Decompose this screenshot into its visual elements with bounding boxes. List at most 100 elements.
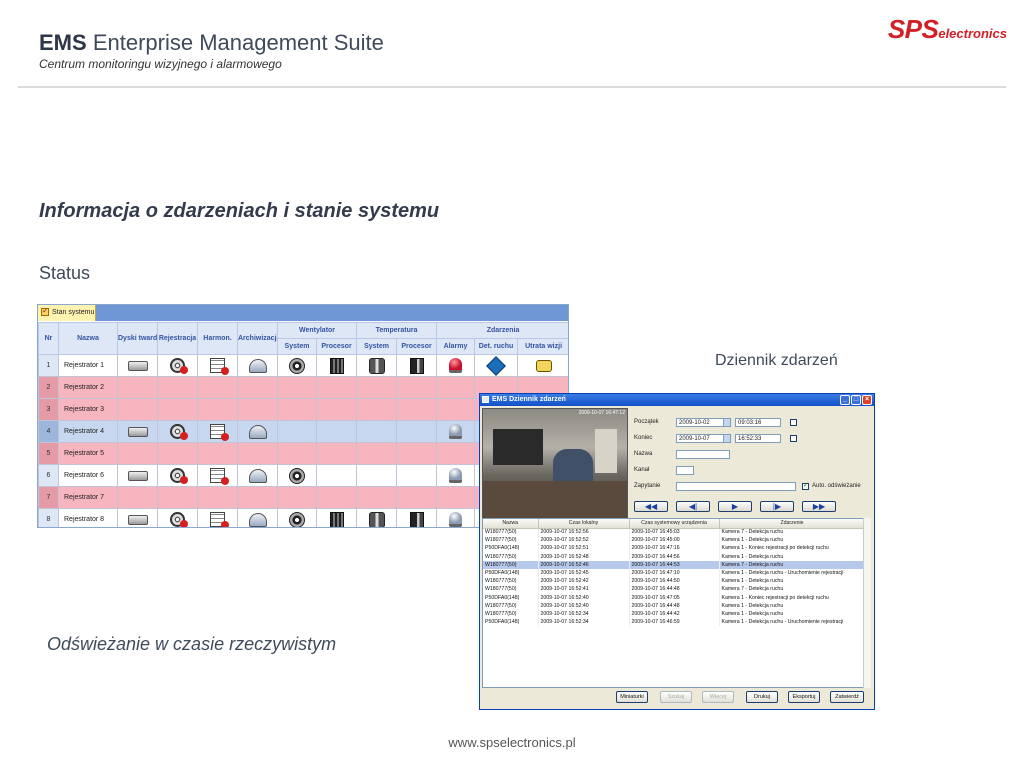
event-row[interactable]: W180777(50) 2009-10-07 16:52:40 2009-10-07…	[483, 601, 863, 610]
cpu-fan-icon	[329, 511, 344, 527]
start-time-field[interactable]: 09:03:16	[735, 418, 781, 427]
event-local-time-cell: 2009-10-07 16:52:46	[538, 560, 630, 569]
col-temp-cpu[interactable]: Procesor	[396, 338, 438, 355]
channel-label: Kanał	[634, 467, 650, 473]
end-enable-checkbox[interactable]	[790, 435, 797, 442]
table-row[interactable]: 1 Rejestrator 1	[38, 354, 568, 377]
tab-check-icon	[41, 306, 49, 316]
event-row[interactable]: W180777(50) 2009-10-07 16:52:42 2009-10-07…	[483, 577, 863, 586]
event-row[interactable]: W180777(50) 2009-10-07 16:52:48 2009-10-07…	[483, 552, 863, 561]
event-local-time-cell: 2009-10-07 16:52:51	[538, 544, 630, 553]
minimize-button[interactable]: _	[840, 395, 850, 405]
archive-icon	[248, 358, 267, 373]
col-alarms[interactable]: Alarmy	[436, 338, 476, 355]
event-row[interactable]: P50DFA0(148) 2009-10-07 16:52:40 2009-10-0…	[483, 593, 863, 602]
event-row[interactable]: P50DFA0(148) 2009-10-07 16:52:34 2009-10-0…	[483, 618, 863, 627]
col-temp-system[interactable]: System	[356, 338, 398, 355]
event-row[interactable]: W180777(50) 2009-10-07 16:52:41 2009-10-07…	[483, 585, 863, 594]
col-disks[interactable]: Dyski twarde	[117, 322, 158, 355]
maximize-button[interactable]: □	[851, 395, 861, 405]
event-row[interactable]: P50DFA0(148) 2009-10-07 16:52:45 2009-10-0…	[483, 568, 863, 578]
rewind-fast-button[interactable]: ◀◀	[634, 501, 668, 512]
col-recording[interactable]: Rejestracja	[157, 322, 198, 355]
col-event[interactable]: Zdarzenie	[719, 519, 863, 529]
event-description-cell: Kamera 1 - Detekcja ruchu	[719, 601, 863, 610]
logo-sps: SPS	[887, 14, 939, 44]
event-row[interactable]: P50DFA0(148) 2009-10-07 16:52:51 2009-10-0…	[483, 544, 863, 553]
schedule-icon	[210, 468, 229, 485]
row-name: Rejestrator 1	[58, 354, 118, 377]
row-nr: 1	[38, 354, 59, 377]
col-fan-cpu[interactable]: Procesor	[315, 338, 358, 355]
schedule-icon	[210, 424, 229, 441]
camera-preview[interactable]: 2009-10-07 16:47:12	[482, 408, 628, 520]
print-button[interactable]: Drukuj	[746, 691, 778, 703]
auto-refresh-checkbox[interactable]: ✓	[802, 482, 809, 490]
export-button[interactable]: Eksportuj	[788, 691, 820, 703]
col-archiving[interactable]: Archiwizacja	[237, 322, 278, 355]
sps-logo: SPSelectronics	[888, 14, 1007, 45]
play-button[interactable]: ▶	[718, 501, 752, 512]
confirm-button[interactable]: Zatwierdź	[830, 691, 864, 703]
col-signal-loss[interactable]: Utrata wizji	[517, 338, 568, 355]
event-row[interactable]: W180777(50) 2009-10-07 16:52:46 2009-10-07…	[483, 560, 863, 569]
name-field[interactable]	[676, 450, 730, 459]
window-title: EMS Dziennik zdarzeń	[492, 396, 566, 403]
close-button[interactable]: ×	[862, 395, 872, 405]
cpu-temperature-icon	[409, 511, 424, 527]
row-nr: 4	[38, 420, 59, 443]
video-loss-icon	[535, 359, 552, 372]
col-device-time[interactable]: Czas systemowy urządzenia	[629, 519, 720, 529]
row-nr: 3	[38, 398, 59, 421]
col-nr[interactable]: Nr	[38, 322, 59, 355]
start-date-dropdown[interactable]	[723, 418, 731, 427]
event-device-time-cell: 2009-10-07 16:47:10	[629, 568, 720, 578]
end-time-field[interactable]: 16:52:33	[735, 434, 781, 443]
event-row[interactable]: W180777(50) 2009-10-07 16:52:52 2009-10-07…	[483, 536, 863, 545]
step-back-button[interactable]: ◀|	[676, 501, 710, 512]
event-description-cell: Kamera 1 - Detekcja ruchu	[719, 609, 863, 619]
col-fan-system[interactable]: System	[277, 338, 317, 355]
end-date-field[interactable]: 2009-10-07	[676, 434, 724, 443]
query-row: Zapytanie ✓ Auto. odświeżanie	[634, 482, 870, 492]
schedule-icon	[210, 358, 229, 375]
forward-fast-button[interactable]: ▶▶	[802, 501, 836, 512]
channel-field[interactable]	[676, 466, 694, 475]
col-name[interactable]: Nazwa	[58, 322, 118, 355]
col-motion[interactable]: Det. ruchu	[474, 338, 519, 355]
event-local-time-cell: 2009-10-07 16:52:56	[538, 528, 630, 537]
header-divider	[18, 86, 1006, 88]
row-nr: 8	[38, 508, 59, 527]
start-date-field[interactable]: 2009-10-02	[676, 418, 724, 427]
event-row[interactable]: W180777(50) 2009-10-07 16:52:56 2009-10-07…	[483, 528, 863, 537]
event-table-container[interactable]: Nazwa Czas lokalny Czas systemowy urządz…	[482, 518, 864, 688]
event-description-cell: Kamera 7 - Detekcja ruchu	[719, 560, 863, 569]
event-log-titlebar[interactable]: EMS Dziennik zdarzeń _ □ ×	[480, 394, 874, 406]
thumbnails-button[interactable]: Miniaturki	[616, 691, 648, 703]
query-field[interactable]	[676, 482, 796, 491]
more-button[interactable]: Więcej	[702, 691, 734, 703]
name-label: Nazwa	[634, 451, 653, 457]
event-device-time-cell: 2009-10-07 16:44:50	[629, 577, 720, 586]
step-forward-button[interactable]: |▶	[760, 501, 794, 512]
tab-system-status[interactable]: Stan systemu	[38, 305, 96, 321]
schedule-icon	[210, 512, 229, 527]
col-schedule[interactable]: Harmon.	[197, 322, 238, 355]
event-device-cell: P50DFA0(148)	[483, 593, 539, 602]
event-table-scrollbar[interactable]	[863, 518, 871, 688]
col-device-name[interactable]: Nazwa	[483, 519, 539, 529]
event-device-cell: P50DFA0(148)	[483, 568, 539, 578]
event-log-window: EMS Dziennik zdarzeń _ □ × 2009-10-07 16…	[479, 393, 875, 710]
start-enable-checkbox[interactable]	[790, 419, 797, 426]
search-button[interactable]: Szukaj	[660, 691, 692, 703]
tab-label: Stan systemu	[52, 309, 95, 316]
event-row[interactable]: W180777(50) 2009-10-07 16:52:34 2009-10-07…	[483, 609, 863, 619]
col-local-time[interactable]: Czas lokalny	[538, 519, 630, 529]
event-local-time-cell: 2009-10-07 16:52:40	[538, 601, 630, 610]
event-device-time-cell: 2009-10-07 16:44:53	[629, 560, 720, 569]
slide-subtitle: Centrum monitoringu wizyjnego i alarmowe…	[39, 57, 282, 71]
motion-detection-icon	[486, 355, 506, 376]
row-name: Rejestrator 5	[58, 442, 118, 465]
end-date-dropdown[interactable]	[723, 434, 731, 443]
event-local-time-cell: 2009-10-07 16:52:34	[538, 609, 630, 619]
